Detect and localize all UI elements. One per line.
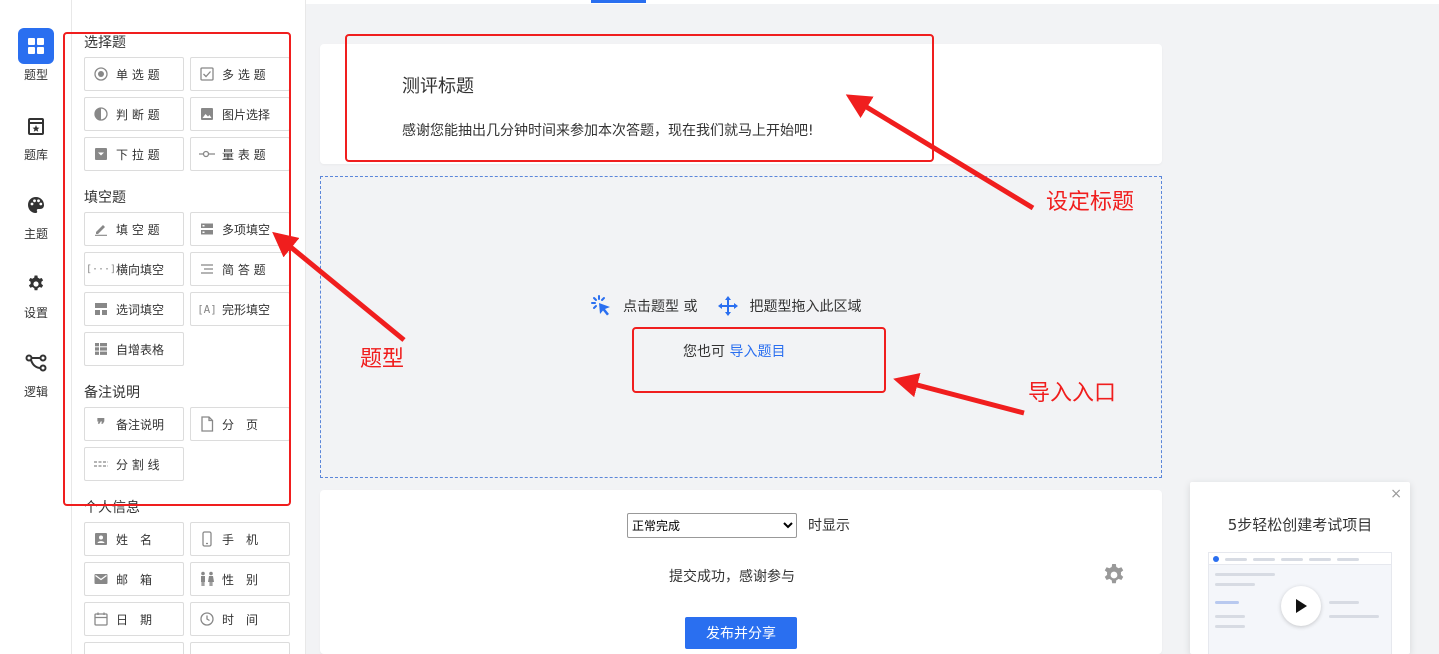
drag-move-icon	[717, 295, 739, 317]
button-label: 日 期	[116, 612, 153, 627]
completion-message[interactable]: 提交成功，感谢参与	[669, 566, 795, 586]
rail-item-logic[interactable]: 逻辑	[0, 345, 72, 400]
palette-icon	[18, 187, 54, 223]
drop-hint-click-text: 点击题型 或	[623, 299, 698, 315]
rail-item-settings[interactable]: 设置	[0, 266, 72, 321]
drop-hint-drag-text: 把题型拖入此区域	[749, 299, 862, 315]
active-tab-indicator	[591, 0, 646, 3]
annotation-box-import	[632, 327, 886, 393]
phone-button[interactable]: 手 机	[190, 522, 290, 556]
rail-item-theme[interactable]: 主题	[0, 187, 72, 242]
bank-icon	[18, 108, 54, 144]
publish-share-button[interactable]: 发布并分享	[685, 617, 797, 649]
email-button[interactable]: 邮 箱	[84, 562, 184, 596]
contact-card-icon	[93, 531, 109, 547]
video-thumbnail[interactable]	[1208, 552, 1392, 654]
mobile-icon	[199, 531, 215, 547]
grid-icon	[18, 28, 54, 64]
button-label: 时 间	[222, 612, 259, 627]
rail-label: 主题	[23, 227, 48, 241]
gender-icon	[199, 571, 215, 587]
completion-display-label: 时显示	[808, 518, 850, 534]
gear-icon	[18, 266, 54, 302]
more-button-right[interactable]	[190, 642, 290, 654]
calendar-icon	[93, 611, 109, 627]
annotation-label-question-types: 题型	[360, 347, 405, 372]
rail-label: 逻辑	[23, 385, 48, 399]
gear-icon	[1104, 563, 1124, 584]
clock-icon	[199, 611, 215, 627]
button-label: 性 别	[222, 572, 259, 587]
play-button[interactable]	[1281, 586, 1321, 626]
annotation-label-import: 导入入口	[1028, 381, 1117, 406]
date-button[interactable]: 日 期	[84, 602, 184, 636]
annotation-box-title	[345, 34, 934, 162]
name-button[interactable]: 姓 名	[84, 522, 184, 556]
promo-title: 5步轻松创建考试项目	[1227, 516, 1373, 534]
rail-label: 题型	[23, 68, 48, 82]
button-label: 手 机	[222, 532, 259, 547]
gender-button[interactable]: 性 别	[190, 562, 290, 596]
click-icon	[591, 295, 613, 317]
button-label: 姓 名	[116, 532, 153, 547]
rail-item-question-bank[interactable]: 题库	[0, 108, 72, 163]
completion-status-select[interactable]: 正常完成	[627, 513, 797, 538]
mail-icon	[93, 571, 109, 587]
completion-settings-button[interactable]	[1101, 562, 1127, 588]
close-icon[interactable]: ×	[1390, 486, 1402, 502]
thumbnail-toolbar	[1209, 553, 1391, 565]
top-bar	[306, 0, 1439, 4]
button-label: 邮 箱	[116, 572, 153, 587]
annotation-box-question-types	[63, 32, 291, 506]
rail-item-question-types[interactable]: 题型	[0, 28, 72, 83]
drop-hint: 点击题型 或 把题型拖入此区域	[591, 295, 861, 317]
tutorial-promo-card[interactable]: × 5步轻松创建考试项目	[1190, 482, 1410, 654]
more-button-left[interactable]	[84, 642, 184, 654]
time-button[interactable]: 时 间	[190, 602, 290, 636]
completion-card: 正常完成 时显示 提交成功，感谢参与 发布并分享	[320, 490, 1162, 654]
left-rail: 题型 题库 主题 设置 逻辑	[0, 0, 72, 654]
play-icon	[1296, 599, 1307, 613]
rail-label: 设置	[23, 306, 48, 320]
logic-icon	[18, 345, 54, 381]
rail-label: 题库	[23, 148, 48, 162]
annotation-label-title: 设定标题	[1046, 190, 1135, 215]
